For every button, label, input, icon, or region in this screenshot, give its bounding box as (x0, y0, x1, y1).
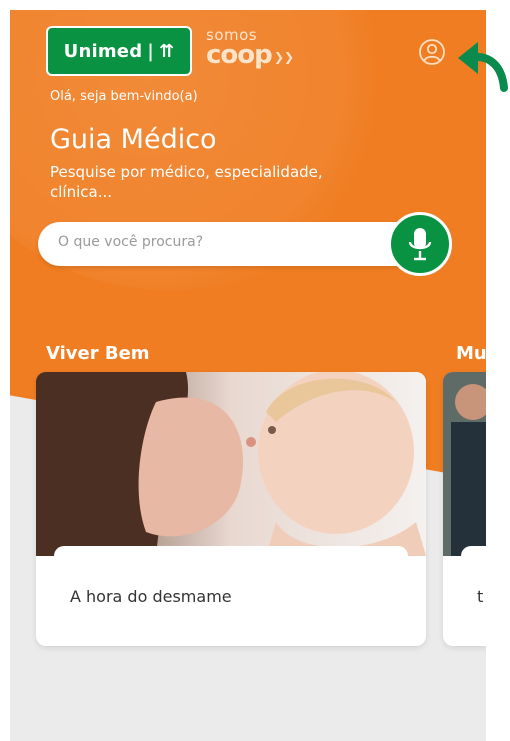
section-title-viver-bem[interactable]: Viver Bem (46, 343, 150, 364)
article-card-image (36, 372, 426, 556)
article-card-label-bg (54, 546, 408, 586)
voice-search-button[interactable] (388, 212, 452, 276)
article-card-image (443, 372, 486, 556)
section-title-next[interactable]: Mu (456, 343, 486, 364)
coop-logo-arrows-icon: ❯❯ (274, 50, 295, 64)
somos-coop-logo: somos coop ❯❯ (206, 28, 294, 70)
article-card[interactable]: A hora do desmame (36, 372, 426, 646)
app-screen: Unimed | ⇈ somos coop ❯❯ Olá, seja bem-v… (10, 10, 486, 741)
page-title: Guia Médico (50, 124, 217, 155)
greeting-text: Olá, seja bem-vindo(a) (50, 89, 198, 104)
page-subtitle: Pesquise por médico, especialidade, clín… (50, 163, 323, 201)
search-bar[interactable] (38, 222, 430, 266)
user-circle-icon[interactable] (417, 37, 447, 67)
unimed-logo-mark: ⇈ (159, 40, 175, 62)
curved-arrow-icon (458, 42, 508, 92)
article-card[interactable]: t (443, 372, 486, 646)
coop-logo-line2: coop (206, 40, 273, 70)
article-card-caption: A hora do desmame (70, 587, 232, 606)
search-input[interactable] (56, 233, 390, 251)
microphone-icon (408, 228, 432, 261)
unimed-logo: Unimed | ⇈ (46, 26, 192, 76)
article-card-label-bg (461, 546, 486, 586)
unimed-logo-text: Unimed (63, 40, 143, 62)
article-card-caption: t (477, 587, 484, 606)
